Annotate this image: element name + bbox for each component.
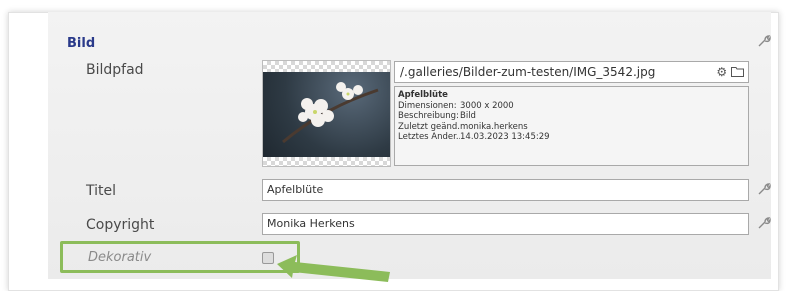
titel-input[interactable]: Apfelblüte: [262, 179, 749, 201]
wrench-icon[interactable]: [757, 182, 771, 196]
bildpfad-label: Bildpfad: [86, 62, 144, 78]
image-thumbnail[interactable]: [262, 60, 391, 167]
wrench-icon[interactable]: [757, 34, 771, 48]
info-key: Zuletzt geänd...: [398, 121, 460, 132]
info-value: Bild: [460, 111, 476, 121]
titel-label: Titel: [86, 183, 117, 199]
copyright-value: Monika Herkens: [267, 217, 355, 230]
image-path-field[interactable]: /.galleries/Bilder-zum-testen/IMG_3542.j…: [394, 61, 749, 83]
image-info-box: Apfelblüte Dimensionen: 3000 x 2000 Besch…: [394, 86, 749, 166]
gear-icon[interactable]: ⚙: [716, 65, 727, 79]
highlight-box: [60, 241, 300, 273]
section-title: Bild: [67, 36, 96, 51]
info-key: Beschreibung:: [398, 111, 459, 121]
image-name: Apfelblüte: [398, 90, 448, 100]
info-key: Letztes Änder...: [398, 132, 460, 142]
blossom-photo: [263, 72, 390, 157]
info-value: monika.herkens: [460, 121, 528, 132]
folder-icon[interactable]: [731, 65, 744, 79]
copyright-input[interactable]: Monika Herkens: [262, 213, 749, 235]
info-key: Dimensionen:: [398, 100, 457, 111]
titel-value: Apfelblüte: [267, 183, 324, 196]
copyright-label: Copyright: [86, 217, 155, 233]
wrench-icon[interactable]: [757, 216, 771, 230]
info-value: 14.03.2023 13:45:29: [460, 132, 550, 142]
image-path-value: /.galleries/Bilder-zum-testen/IMG_3542.j…: [400, 65, 656, 79]
info-value: 3000 x 2000: [460, 100, 514, 111]
